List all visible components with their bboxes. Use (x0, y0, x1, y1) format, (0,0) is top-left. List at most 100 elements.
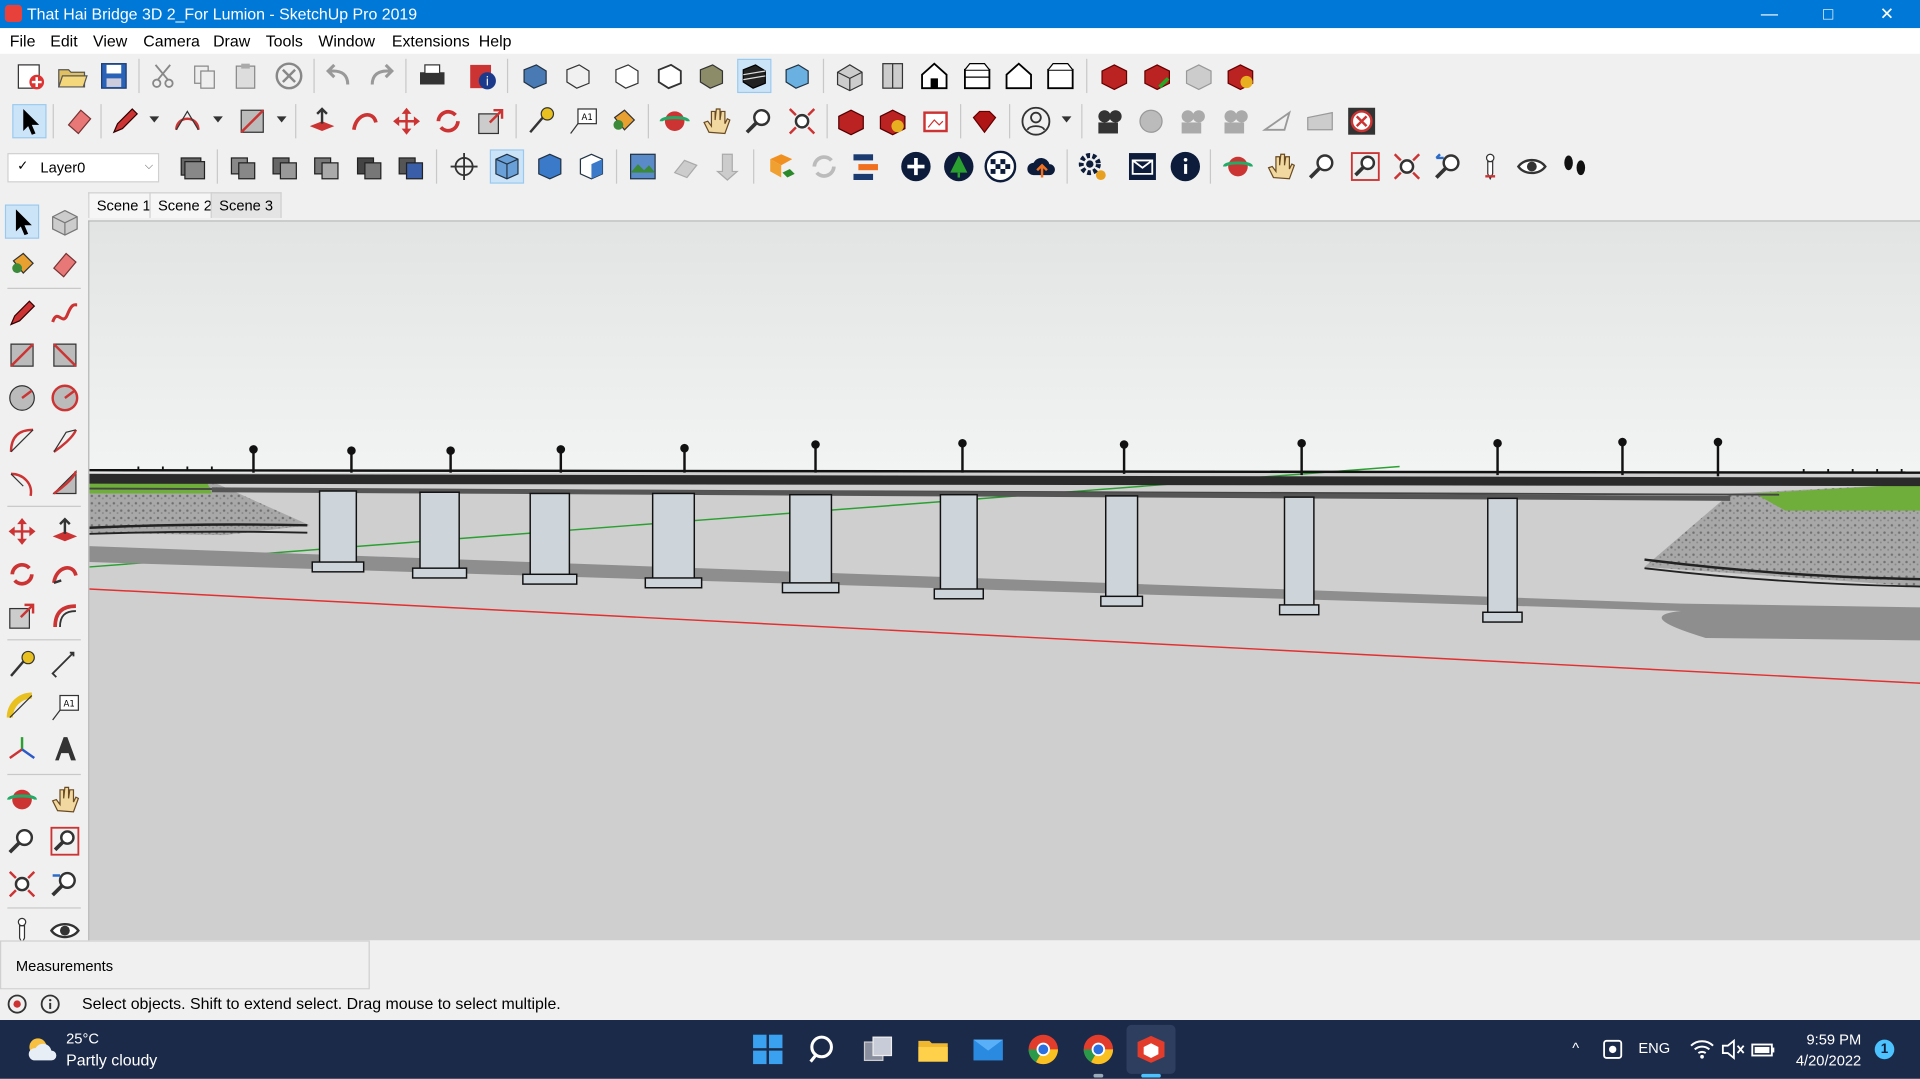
previous-view-icon[interactable] (1433, 151, 1465, 183)
advanced-camera-icon[interactable] (670, 151, 702, 183)
scene-down-icon[interactable] (711, 151, 743, 183)
ruby-console-icon[interactable] (969, 105, 1001, 137)
mail-icon[interactable] (1127, 151, 1159, 183)
zoom-extents-alt-icon[interactable] (1391, 151, 1423, 183)
tape-measure-icon[interactable] (525, 105, 557, 137)
battery-icon[interactable] (1751, 1038, 1775, 1060)
warehouse-icon[interactable] (1098, 60, 1130, 92)
display-section-cuts-icon[interactable] (534, 151, 566, 183)
sketchup-taskbar-icon[interactable] (1134, 1032, 1168, 1066)
zoom-extents-icon[interactable] (786, 105, 818, 137)
freehand-tool-icon[interactable] (49, 298, 81, 330)
front-view-icon[interactable] (918, 60, 950, 92)
weather-cloud-icon[interactable] (24, 1033, 58, 1065)
geolocation-icon[interactable] (7, 994, 27, 1014)
orbit-tool-icon[interactable] (6, 784, 38, 816)
right-view-icon[interactable] (961, 60, 993, 92)
dimension-tool-icon[interactable] (49, 649, 81, 681)
erase-icon[interactable] (273, 60, 305, 92)
info-icon[interactable] (1169, 151, 1201, 183)
zoom-window-tool-icon[interactable] (49, 825, 81, 857)
back-edges-style-icon[interactable] (781, 60, 813, 92)
tab-scene-3[interactable]: Scene 3 (210, 192, 282, 218)
close-plugin-icon[interactable] (1346, 105, 1378, 137)
scale-tool-icon[interactable] (6, 600, 38, 632)
measurements-box[interactable]: Measurements (0, 940, 370, 990)
top-view-icon[interactable] (877, 60, 909, 92)
menu-file[interactable]: File (10, 32, 36, 50)
camera-film-icon[interactable] (1093, 105, 1125, 137)
zoom-alt-icon[interactable] (1307, 151, 1339, 183)
shaded-textures-style-icon[interactable] (696, 60, 728, 92)
menu-window[interactable]: Window (318, 32, 375, 50)
info-circle-icon[interactable] (40, 994, 60, 1014)
iso-view-icon[interactable] (834, 60, 866, 92)
model-info-icon[interactable]: i (467, 60, 499, 92)
rotated-rectangle-tool-icon[interactable] (49, 339, 81, 371)
walk-footprints-icon[interactable] (1559, 151, 1591, 183)
move-icon[interactable] (391, 105, 423, 137)
add-location-icon[interactable] (835, 105, 867, 137)
menu-extensions[interactable]: Extensions (392, 32, 470, 50)
task-view-icon[interactable] (861, 1032, 895, 1066)
orbit-alt-icon[interactable] (1222, 151, 1254, 183)
layer-dropdown[interactable]: ✓ Layer0 ⌵ (7, 153, 160, 183)
menu-draw[interactable]: Draw (213, 32, 250, 50)
minimize-button[interactable]: — (1741, 0, 1797, 28)
undo-icon[interactable] (323, 60, 355, 92)
cut-icon[interactable] (147, 60, 179, 92)
share-model-icon[interactable] (1141, 60, 1173, 92)
close-button[interactable]: ✕ (1859, 0, 1915, 28)
shaded-style-icon[interactable] (654, 60, 686, 92)
scale-icon[interactable] (475, 105, 507, 137)
follow-me-tool-icon[interactable] (49, 558, 81, 590)
save-icon[interactable] (98, 60, 130, 92)
settings-gear-icon[interactable] (1076, 151, 1108, 183)
offset-tool-icon[interactable] (49, 600, 81, 632)
sandbox-add-detail-icon[interactable] (1261, 105, 1293, 137)
print-icon[interactable] (416, 60, 448, 92)
3d-text-tool-icon[interactable] (49, 733, 81, 765)
maximize-button[interactable]: □ (1800, 0, 1856, 28)
language-indicator[interactable]: ENG (1638, 1040, 1670, 1057)
select-tool-icon[interactable] (4, 204, 40, 239)
tape-measure-tool-icon[interactable] (6, 649, 38, 681)
wifi-icon[interactable] (1690, 1038, 1714, 1060)
push-pull-tool-icon[interactable] (49, 516, 81, 548)
layer-manager-icon[interactable] (176, 151, 208, 183)
push-pull-icon[interactable] (306, 105, 338, 137)
arc-tool-icon[interactable] (6, 425, 38, 457)
position-camera-icon[interactable] (1474, 151, 1506, 183)
subtract-icon[interactable] (268, 151, 300, 183)
section-plane-icon[interactable] (448, 151, 480, 183)
display-section-planes-icon[interactable] (489, 149, 525, 184)
start-windows-icon[interactable] (751, 1032, 785, 1066)
menu-camera[interactable]: Camera (143, 32, 200, 50)
rotate-icon[interactable] (432, 105, 464, 137)
sandbox-drape-icon[interactable] (1220, 105, 1252, 137)
polygon-tool-icon[interactable] (49, 382, 81, 414)
photo-texture-icon[interactable] (920, 105, 952, 137)
3-point-arc-tool-icon[interactable] (6, 467, 38, 499)
tray-overflow-chevron[interactable]: ^ (1572, 1040, 1579, 1057)
paint-bucket-tool-icon[interactable] (6, 249, 38, 281)
move-tool-icon[interactable] (6, 516, 38, 548)
sandbox-stamp-icon[interactable] (1177, 105, 1209, 137)
chrome-icon[interactable] (1026, 1032, 1060, 1066)
zoom-icon[interactable] (743, 105, 775, 137)
look-around-eye-icon[interactable] (1516, 151, 1548, 183)
menu-edit[interactable]: Edit (50, 32, 77, 50)
hidden-line-style-icon[interactable] (611, 60, 643, 92)
file-explorer-icon[interactable] (916, 1032, 950, 1066)
volume-muted-icon[interactable] (1720, 1038, 1745, 1060)
protractor-tool-icon[interactable] (6, 692, 38, 724)
back-view-icon[interactable] (1003, 60, 1035, 92)
notification-badge[interactable]: 1 (1874, 1039, 1895, 1060)
section-fill-icon[interactable] (576, 151, 608, 183)
lumion-export-icon[interactable] (765, 151, 797, 183)
sandbox-smoove-icon[interactable] (1135, 105, 1167, 137)
pan-tool-icon[interactable] (49, 784, 81, 816)
redo-icon[interactable] (365, 60, 397, 92)
search-icon[interactable] (806, 1032, 840, 1066)
trim-icon[interactable] (353, 151, 385, 183)
